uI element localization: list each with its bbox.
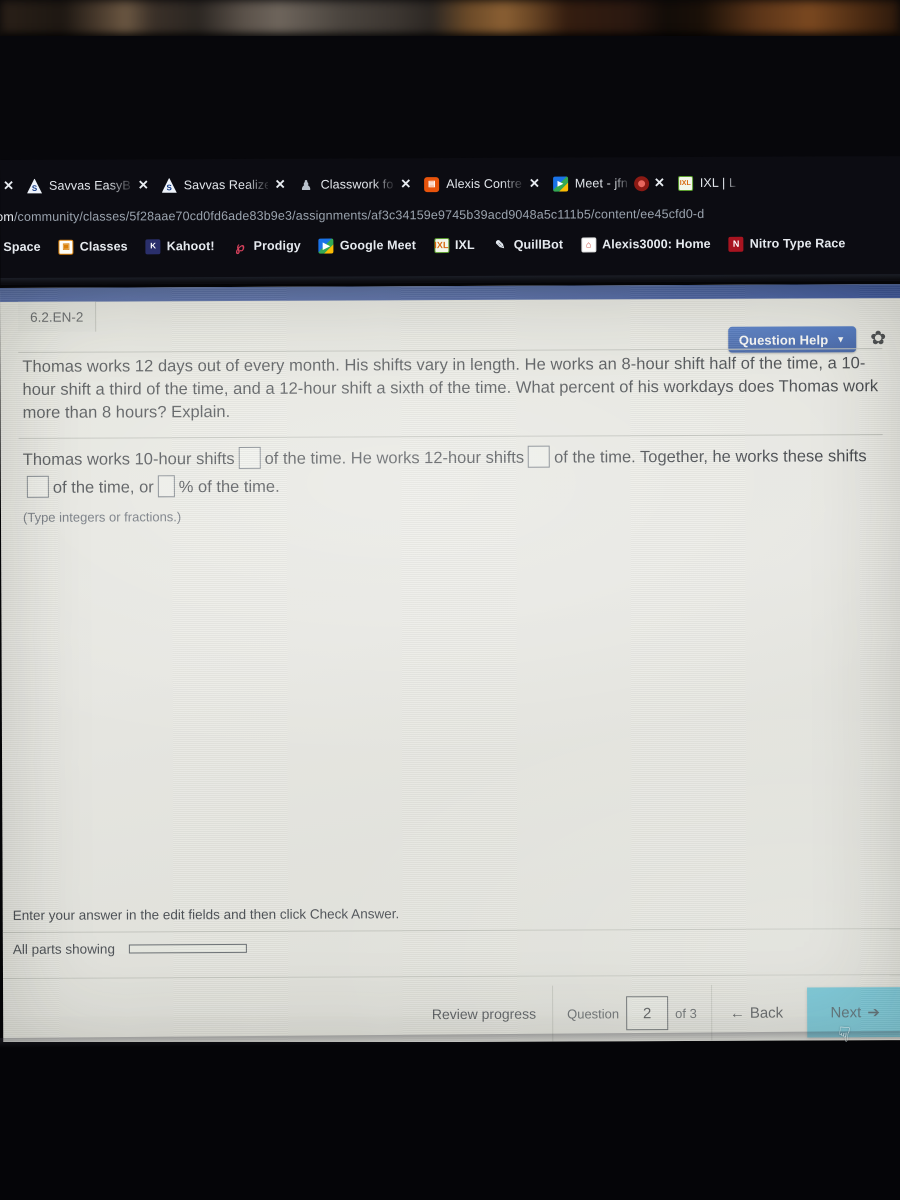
question-word-label: Question bbox=[567, 1005, 620, 1022]
parts-showing-label: All parts showing bbox=[12, 941, 115, 957]
bookmarks-bar: Space ▣ Classes K Kahoot! ℘ Prodigy ▶ Go… bbox=[0, 228, 900, 262]
google-meet-icon: ▶ bbox=[318, 238, 334, 254]
tab-title: Alexis Contre bbox=[446, 176, 522, 192]
tab-close-icon[interactable]: ✕ bbox=[526, 176, 547, 192]
bookmark-label: Kahoot! bbox=[166, 239, 215, 254]
tab-close-icon[interactable]: ✕ bbox=[0, 178, 21, 194]
tab-close-icon[interactable]: ✕ bbox=[135, 177, 156, 193]
exercise-id-tab[interactable]: 6.2.EN-2 bbox=[18, 301, 97, 332]
answer-text-4: of the time, or bbox=[52, 478, 154, 498]
record-icon bbox=[633, 175, 649, 191]
question-total-label: of 3 bbox=[675, 1005, 697, 1021]
answer-text-5: % of the time. bbox=[178, 478, 280, 497]
classes-icon: ▣ bbox=[58, 239, 74, 255]
answer-blank-2[interactable] bbox=[528, 445, 551, 468]
browser-tab-alexis-contreras[interactable]: ▤ Alexis Contre bbox=[418, 167, 526, 201]
answer-text-1: Thomas works 10-hour shifts bbox=[22, 449, 235, 469]
arrow-left-icon: ← bbox=[729, 1004, 745, 1022]
bookmark-alexis3000-home[interactable]: ⌂ Alexis3000: Home bbox=[572, 236, 720, 252]
monitor-bezel-bottom bbox=[0, 1042, 900, 1200]
next-button[interactable]: Next ➔ bbox=[807, 987, 900, 1038]
browser-tab-meet[interactable]: ▶ Meet - jfn bbox=[547, 166, 632, 200]
prodigy-icon: ℘ bbox=[235, 238, 245, 254]
tab-close-icon[interactable]: ✕ bbox=[397, 176, 418, 192]
review-progress-label: Review progress bbox=[431, 1005, 537, 1023]
google-docs-icon: ▤ bbox=[424, 176, 440, 192]
savvas-exercise-page: 6.2.EN-2 Question Help ▼ ✿ Thomas works … bbox=[0, 284, 900, 1044]
toolbar-instruction: Enter your answer in the edit fields and… bbox=[12, 906, 400, 923]
answer-text-2: of the time. He works 12-hour shifts bbox=[264, 448, 525, 468]
answer-blank-4[interactable] bbox=[157, 475, 175, 498]
browser-tab-savvas-easybridge[interactable]: S Savvas EasyB bbox=[21, 168, 135, 202]
tab-close-icon[interactable]: ✕ bbox=[651, 175, 672, 191]
bookmark-ixl[interactable]: IXL IXL bbox=[425, 237, 484, 253]
arrow-right-icon: ➔ bbox=[867, 1004, 880, 1022]
tab-title: Savvas EasyB bbox=[48, 178, 131, 193]
browser-tab-recording[interactable] bbox=[632, 166, 651, 200]
back-label: Back bbox=[749, 1004, 784, 1022]
quillbot-icon: ✎ bbox=[495, 237, 506, 252]
google-meet-icon: ▶ bbox=[552, 176, 568, 192]
question-help-label: Question Help bbox=[738, 331, 829, 348]
toolbar-divider-1 bbox=[2, 928, 900, 933]
answer-text-3: of the time. Together, he works these sh… bbox=[554, 447, 867, 467]
browser-chrome: ✕ S Savvas EasyB ✕ S Savvas Realize ✕ ♟ … bbox=[0, 156, 900, 285]
bookmark-quillbot[interactable]: ✎ QuillBot bbox=[484, 237, 572, 252]
exercise-id-label: 6.2.EN-2 bbox=[30, 309, 84, 325]
bookmark-label: Google Meet bbox=[339, 238, 416, 253]
question-number-input[interactable]: 2 bbox=[626, 996, 669, 1031]
ixl-icon: IXL bbox=[677, 175, 693, 191]
chrome-bottom-edge bbox=[0, 274, 900, 284]
browser-tab-savvas-realize[interactable]: S Savvas Realize bbox=[156, 168, 272, 203]
answer-area: Thomas works 10-hour shifts of the time. … bbox=[23, 442, 879, 529]
tab-title: IXL | L bbox=[699, 175, 737, 190]
tab-title: Savvas Realize bbox=[183, 177, 268, 193]
bookmark-label: Space bbox=[3, 239, 41, 254]
url-head: om bbox=[0, 209, 14, 225]
parts-showing-row: All parts showing bbox=[13, 941, 247, 957]
answer-blank-3[interactable] bbox=[26, 476, 49, 499]
ixl-icon: IXL bbox=[433, 237, 449, 253]
bookmark-kahoot[interactable]: K Kahoot! bbox=[137, 238, 224, 254]
question-prompt: Thomas works 12 days out of every month.… bbox=[22, 354, 879, 422]
bookmark-classes[interactable]: ▣ Classes bbox=[50, 239, 137, 255]
alexis-icon: ⌂ bbox=[581, 236, 597, 252]
bookmark-label: QuillBot bbox=[513, 237, 564, 252]
gear-icon[interactable]: ✿ bbox=[868, 328, 888, 349]
next-label: Next bbox=[830, 1003, 862, 1021]
bookmark-google-meet[interactable]: ▶ Google Meet bbox=[310, 238, 425, 254]
bookmark-space[interactable]: Space bbox=[0, 240, 50, 254]
browser-tab-strip: ✕ S Savvas EasyB ✕ S Savvas Realize ✕ ♟ … bbox=[0, 162, 900, 206]
bookmark-nitro-type-race[interactable]: N Nitro Type Race bbox=[720, 236, 855, 252]
url-path: /community/classes/5f28aae70cd0fd6ade83b… bbox=[13, 206, 705, 224]
monitor-photo: ✕ S Savvas EasyB ✕ S Savvas Realize ✕ ♟ … bbox=[0, 0, 900, 1200]
bookmark-label: Alexis3000: Home bbox=[602, 236, 711, 252]
address-bar[interactable]: om/community/classes/5f28aae70cd0fd6ade8… bbox=[0, 200, 900, 230]
kahoot-icon: K bbox=[145, 238, 161, 254]
tab-title: Classwork fo bbox=[320, 177, 394, 192]
chevron-down-icon: ▼ bbox=[836, 333, 846, 344]
answer-hint: (Type integers or fractions.) bbox=[22, 508, 182, 525]
nitro-icon: N bbox=[728, 236, 744, 252]
savvas-icon: S bbox=[162, 178, 177, 193]
divider-answer bbox=[18, 434, 883, 439]
parts-progress-bar bbox=[128, 943, 247, 954]
answer-blank-1[interactable] bbox=[238, 446, 261, 469]
tab-title: Meet - jfn bbox=[574, 176, 628, 191]
bookmark-label: Classes bbox=[79, 239, 128, 254]
bookmark-label: Prodigy bbox=[253, 238, 301, 253]
monitor-bezel-top bbox=[0, 36, 900, 164]
savvas-icon: S bbox=[27, 178, 42, 193]
bookmark-prodigy[interactable]: ℘ Prodigy bbox=[224, 238, 310, 253]
tab-close-icon[interactable]: ✕ bbox=[272, 177, 293, 193]
browser-tab-classwork[interactable]: ♟ Classwork fo bbox=[293, 167, 398, 201]
browser-tab-ixl[interactable]: IXL IXL | L bbox=[672, 166, 740, 200]
classroom-icon: ♟ bbox=[300, 177, 313, 193]
bookmark-label: Nitro Type Race bbox=[749, 236, 846, 251]
bookmark-label: IXL bbox=[454, 237, 475, 253]
toolbar-divider-2 bbox=[3, 974, 900, 979]
